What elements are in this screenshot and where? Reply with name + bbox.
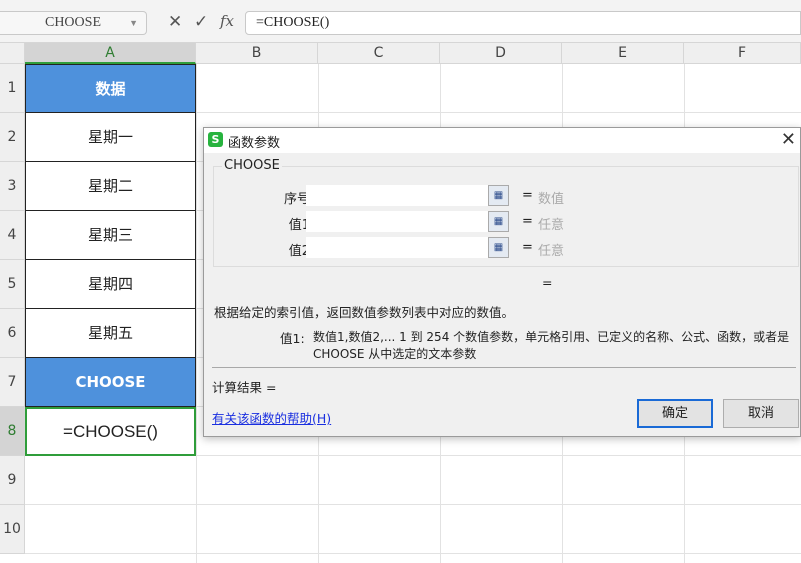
arguments-group: CHOOSE 序号 ▦ = 数值 值1 ▦ = 任意 值2 ▦ = 任意: [213, 158, 800, 267]
row-header[interactable]: 7: [0, 358, 25, 407]
column-header[interactable]: A: [25, 43, 196, 64]
ok-button[interactable]: 确定: [637, 399, 713, 428]
function-description: 根据给定的索引值，返回数值参数列表中对应的数值。: [214, 305, 515, 320]
row-header[interactable]: 2: [0, 113, 25, 162]
row-header[interactable]: 1: [0, 64, 25, 113]
row-header[interactable]: 9: [0, 456, 25, 505]
row-header[interactable]: 10: [0, 505, 25, 554]
cell-a8-active[interactable]: =CHOOSE(): [25, 407, 196, 456]
row-header[interactable]: 3: [0, 162, 25, 211]
cell-a2[interactable]: 星期一: [25, 113, 196, 162]
formula-input[interactable]: =CHOOSE(): [245, 11, 801, 35]
app-logo-icon: S: [208, 132, 223, 147]
grid-line: [196, 64, 197, 563]
cancel-button[interactable]: 取消: [723, 399, 799, 428]
row-header[interactable]: 5: [0, 260, 25, 309]
column-header[interactable]: F: [684, 43, 801, 64]
function-arguments-dialog: S 函数参数 ✕ CHOOSE 序号 ▦ = 数值 值1 ▦ = 任意 值2 ▦…: [203, 127, 801, 437]
equals-sign: =: [522, 240, 533, 255]
cell-a1[interactable]: 数据: [25, 64, 196, 113]
name-box-value: CHOOSE: [44, 15, 101, 30]
cancel-icon[interactable]: ✕: [168, 12, 182, 32]
arg-type: 数值: [538, 192, 565, 207]
close-icon[interactable]: ✕: [781, 129, 796, 150]
arg-input-index[interactable]: [306, 185, 488, 206]
grid-line: [25, 553, 801, 554]
arg-help-label: 值1:: [280, 331, 305, 346]
check-icon[interactable]: ✓: [194, 12, 208, 32]
row-header[interactable]: 8: [0, 407, 25, 456]
dialog-title: 函数参数: [228, 136, 281, 151]
arg-type: 任意: [538, 218, 565, 233]
column-header[interactable]: B: [196, 43, 318, 64]
grid-line: [25, 504, 801, 505]
column-header[interactable]: E: [562, 43, 684, 64]
arg-input-value1[interactable]: [306, 211, 488, 232]
cell-a3[interactable]: 星期二: [25, 162, 196, 211]
arg-type: 任意: [538, 244, 565, 259]
arg-help-text-2: CHOOSE 从中选定的文本参数: [313, 347, 477, 361]
formula-bar: CHOOSE ▼ ✕ ✓ fx =CHOOSE(): [0, 0, 801, 43]
cell-a7[interactable]: CHOOSE: [25, 358, 196, 407]
arg-input-value2[interactable]: [306, 237, 488, 258]
range-picker-icon[interactable]: ▦: [488, 211, 509, 232]
column-header[interactable]: C: [318, 43, 440, 64]
column-header[interactable]: D: [440, 43, 562, 64]
equals-sign: =: [522, 214, 533, 229]
select-all-corner[interactable]: [0, 43, 25, 64]
row-header[interactable]: 4: [0, 211, 25, 260]
help-link[interactable]: 有关该函数的帮助(H): [212, 408, 331, 427]
arg-help-text: 数值1,数值2,... 1 到 254 个数值参数，单元格引用、已定义的名称、公…: [313, 330, 790, 344]
function-name: CHOOSE: [222, 158, 282, 173]
arg-row-index: 序号 ▦ = 数值: [214, 185, 800, 207]
arg-row-value1: 值1 ▦ = 任意: [214, 211, 800, 233]
dialog-titlebar: S 函数参数 ✕: [204, 128, 800, 153]
calc-result: 计算结果 =: [212, 380, 277, 395]
formula-result: =: [542, 275, 553, 290]
divider: [212, 367, 796, 368]
row-header[interactable]: 6: [0, 309, 25, 358]
equals-sign: =: [522, 188, 533, 203]
arg-row-value2: 值2 ▦ = 任意: [214, 237, 800, 259]
cell-a4[interactable]: 星期三: [25, 211, 196, 260]
fx-icon[interactable]: fx: [220, 12, 234, 30]
chevron-down-icon[interactable]: ▼: [129, 12, 138, 34]
range-picker-icon[interactable]: ▦: [488, 237, 509, 258]
name-box[interactable]: CHOOSE ▼: [0, 11, 147, 35]
cell-a5[interactable]: 星期四: [25, 260, 196, 309]
range-picker-icon[interactable]: ▦: [488, 185, 509, 206]
cell-a6[interactable]: 星期五: [25, 309, 196, 358]
